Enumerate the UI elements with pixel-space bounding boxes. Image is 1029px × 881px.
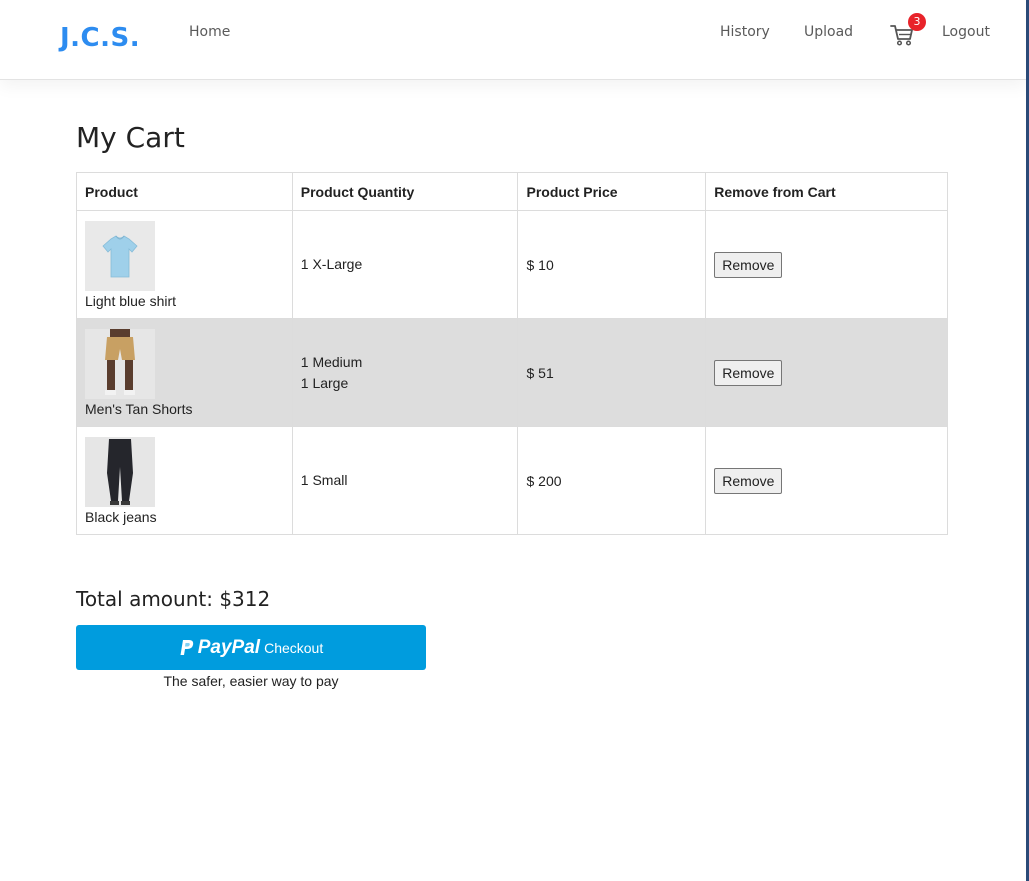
paypal-logo-text: PayPal	[197, 636, 261, 658]
remove-cell: Remove	[705, 318, 948, 427]
table-row: Light blue shirt 1 X-Large $ 10 Remove	[76, 210, 948, 319]
product-image-shirt	[85, 220, 155, 291]
nav-home-link[interactable]: Home	[189, 24, 230, 40]
column-header: Product Price	[517, 172, 707, 211]
quantity-line: 1 X-Large	[300, 256, 363, 272]
brand-logo[interactable]: J.C.S.	[60, 23, 140, 53]
table-row: Men's Tan Shorts 1 Medium 1 Large $ 51 R…	[76, 318, 948, 427]
total-amount: Total amount: $312	[76, 587, 271, 611]
product-image-shorts	[85, 328, 155, 399]
remove-button[interactable]: Remove	[714, 467, 783, 494]
top-navbar: J.C.S. Home History Upload 3 Logout	[0, 0, 1026, 80]
product-name: Light blue shirt	[85, 292, 177, 309]
quantity-line: 1 Medium	[300, 353, 363, 370]
column-header: Product	[76, 172, 293, 211]
page-title: My Cart	[76, 121, 185, 154]
product-name: Black jeans	[85, 508, 157, 525]
product-cell: Black jeans	[76, 426, 293, 535]
quantity-cell: 1 Small	[291, 426, 519, 535]
paypal-tagline: The safer, easier way to pay	[163, 673, 339, 689]
quantity-cell: 1 X-Large	[291, 210, 519, 319]
table-header-row: Product Product Quantity Product Price R…	[76, 172, 948, 211]
nav-logout-link[interactable]: Logout	[942, 24, 990, 40]
product-cell: Light blue shirt	[76, 210, 293, 319]
quantity-line: 1 Small	[300, 472, 348, 488]
quantity-cell: 1 Medium 1 Large	[291, 318, 519, 427]
paypal-icon	[180, 639, 193, 655]
cart-table: Product Product Quantity Product Price R…	[76, 172, 948, 535]
remove-cell: Remove	[705, 210, 948, 319]
checkout-label: Checkout	[264, 639, 324, 656]
table-row: Black jeans 1 Small $ 200 Remove	[76, 426, 948, 535]
product-cell: Men's Tan Shorts	[76, 318, 293, 427]
price-cell: $ 10	[517, 210, 707, 319]
price-cell: $ 200	[517, 426, 707, 535]
quantity-line: 1 Large	[300, 374, 349, 391]
remove-button[interactable]: Remove	[714, 251, 783, 278]
cart-count-badge: 3	[908, 13, 926, 31]
column-header: Product Quantity	[291, 172, 519, 211]
column-header: Remove from Cart	[705, 172, 948, 211]
product-name: Men's Tan Shorts	[85, 400, 193, 417]
nav-history-link[interactable]: History	[720, 24, 770, 40]
remove-button[interactable]: Remove	[714, 359, 783, 386]
nav-upload-link[interactable]: Upload	[804, 24, 853, 40]
remove-cell: Remove	[705, 426, 948, 535]
price-cell: $ 51	[517, 318, 707, 427]
product-image-jeans	[85, 436, 155, 507]
paypal-checkout-button[interactable]: PayPal Checkout	[76, 625, 426, 670]
